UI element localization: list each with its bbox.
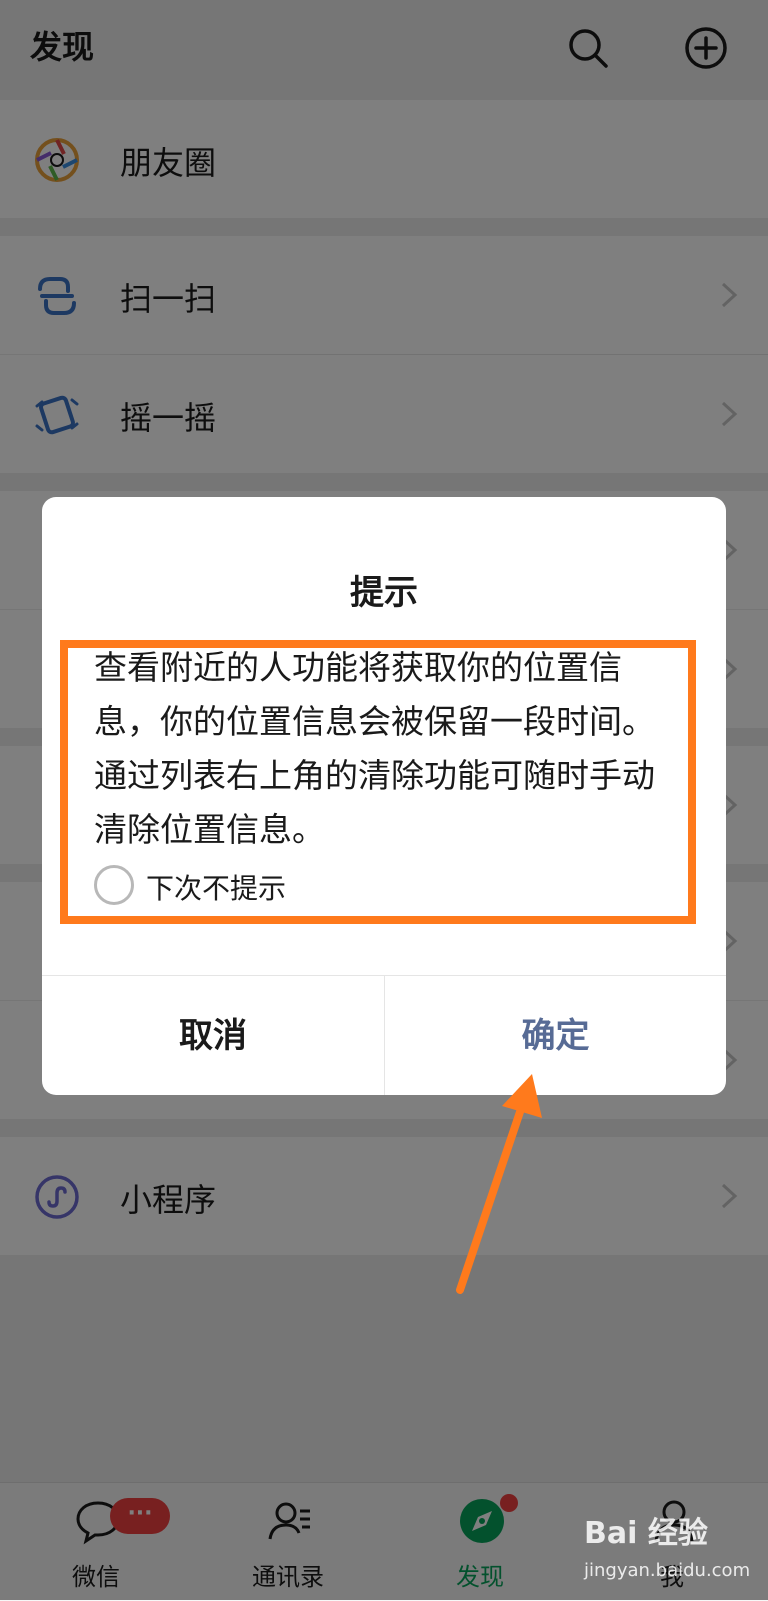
wechat-discover-screen: 发现 朋友圈 bbox=[0, 0, 768, 1601]
highlight-box bbox=[60, 640, 696, 924]
baidu-jingyan-watermark: Bai 经验 jingyan.baidu.com bbox=[584, 1508, 754, 1588]
dialog-button-bar: 取消 确定 bbox=[42, 975, 726, 1095]
dialog-title: 提示 bbox=[350, 573, 418, 613]
watermark-url: jingyan.baidu.com bbox=[584, 1560, 751, 1581]
watermark-brand: Bai 经验 bbox=[584, 1516, 708, 1551]
location-permission-dialog: 提示 查看附近的人功能将获取你的位置信息，你的位置信息会被保留一段时间。通过列表… bbox=[42, 497, 726, 1095]
annotation-arrow-icon bbox=[456, 1074, 542, 1294]
cancel-button[interactable]: 取消 bbox=[42, 976, 384, 1095]
